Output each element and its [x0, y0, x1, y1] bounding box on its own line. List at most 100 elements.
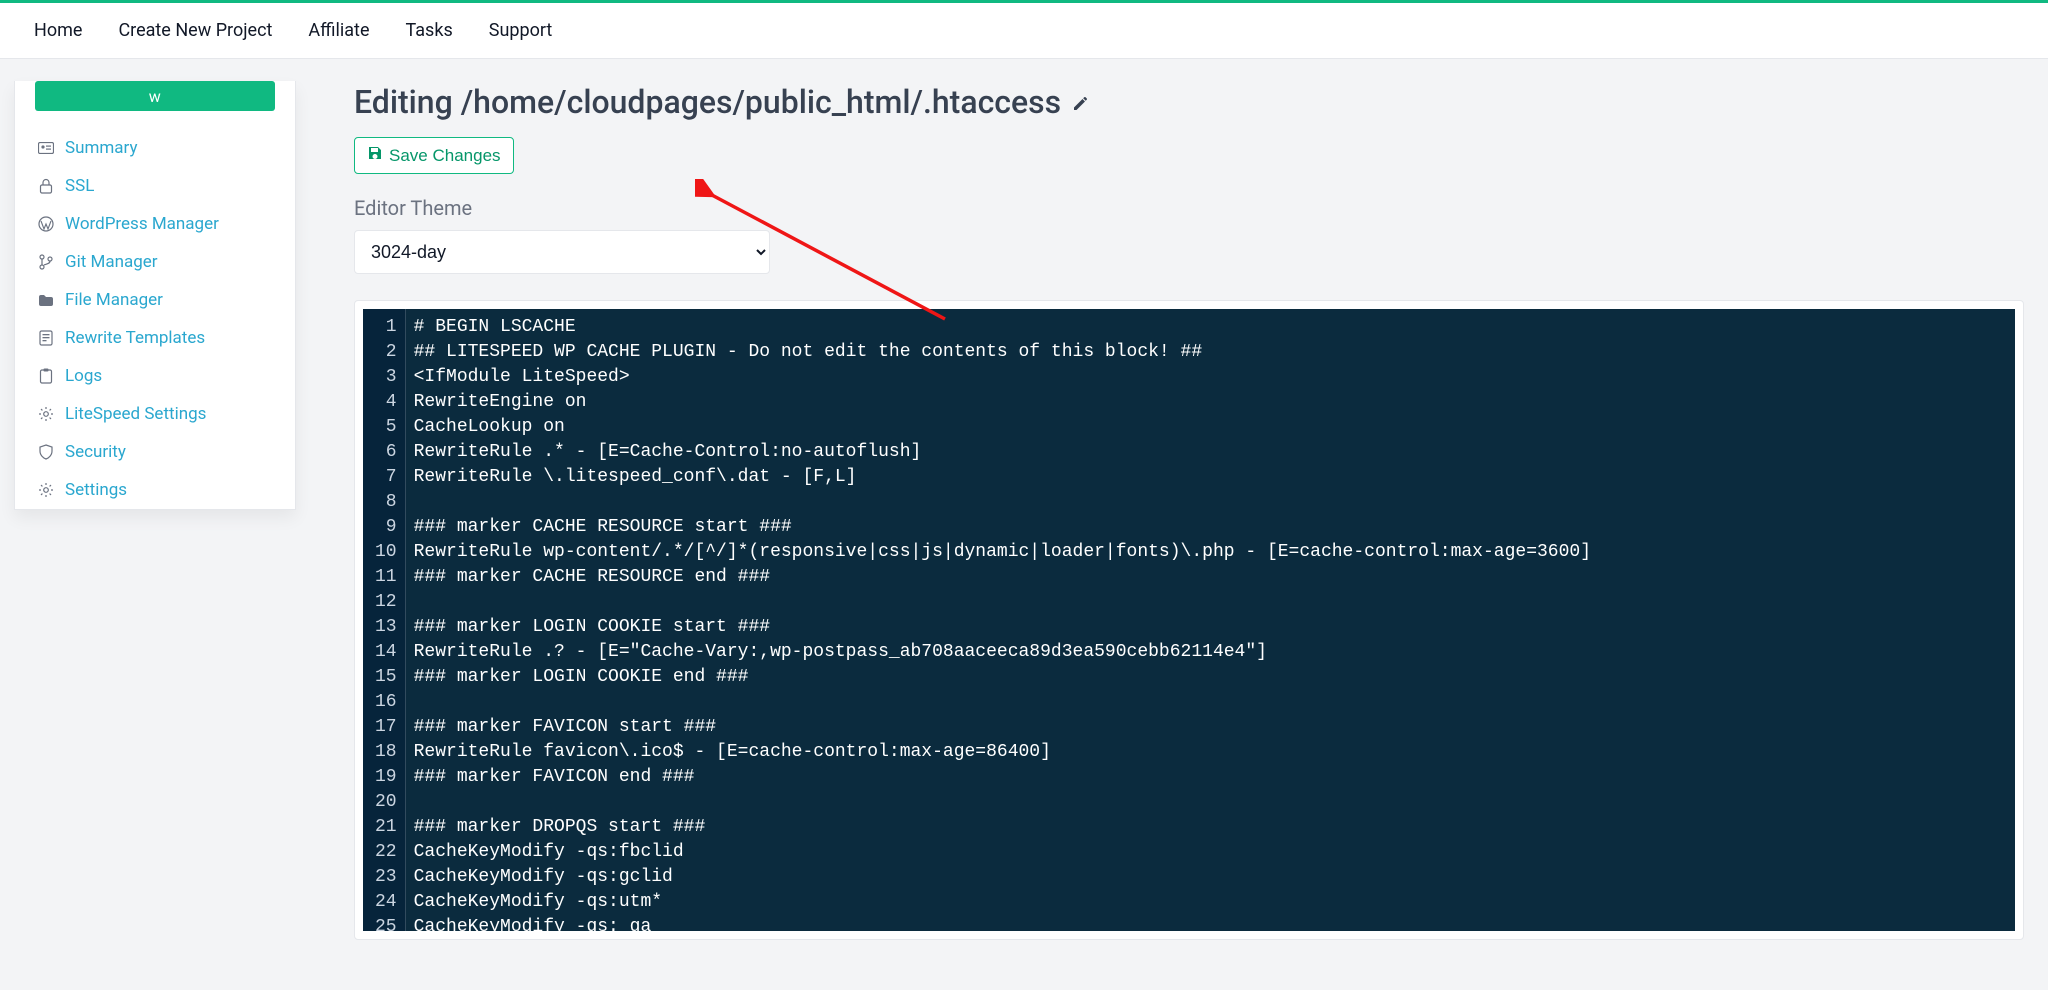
code-line[interactable]: ### marker FAVICON start ### [414, 715, 1591, 740]
sidebar-item-summary[interactable]: Summary [15, 129, 295, 167]
sidebar-item-security[interactable]: Security [15, 433, 295, 471]
code-line[interactable]: ## LITESPEED WP CACHE PLUGIN - Do not ed… [414, 340, 1591, 365]
nav-create-new-project[interactable]: Create New Project [100, 12, 290, 49]
line-number: 7 [375, 465, 397, 490]
code-line[interactable]: ### marker LOGIN COOKIE start ### [414, 615, 1591, 640]
sidebar-item-label: Rewrite Templates [65, 328, 205, 348]
line-number: 6 [375, 440, 397, 465]
line-number: 14 [375, 640, 397, 665]
line-number: 3 [375, 365, 397, 390]
code-line[interactable]: CacheLookup on [414, 415, 1591, 440]
editor-card: 1234567891011121314151617181920212223242… [354, 300, 2024, 940]
id-card-icon [37, 142, 55, 154]
code-line[interactable]: CacheKeyModify -qs:utm* [414, 890, 1591, 915]
nav-affiliate[interactable]: Affiliate [290, 12, 387, 49]
code-line[interactable]: ### marker LOGIN COOKIE end ### [414, 665, 1591, 690]
line-number: 23 [375, 865, 397, 890]
sidebar-item-logs[interactable]: Logs [15, 357, 295, 395]
sidebar: w Summary SSL WordPress Manager [14, 81, 296, 510]
line-number: 18 [375, 740, 397, 765]
line-number: 16 [375, 690, 397, 715]
site-pill-button[interactable]: w [35, 81, 275, 111]
save-button-label: Save Changes [389, 146, 501, 166]
code-line[interactable] [414, 590, 1591, 615]
sidebar-item-label: LiteSpeed Settings [65, 404, 206, 424]
wordpress-icon [37, 216, 55, 232]
code-line[interactable]: ### marker CACHE RESOURCE start ### [414, 515, 1591, 540]
code-line[interactable]: ### marker DROPQS start ### [414, 815, 1591, 840]
code-line[interactable]: CacheKeyModify -qs:_ga [414, 915, 1591, 931]
sidebar-item-rewrite-templates[interactable]: Rewrite Templates [15, 319, 295, 357]
sidebar-item-git-manager[interactable]: Git Manager [15, 243, 295, 281]
line-number: 25 [375, 915, 397, 931]
nav-tasks[interactable]: Tasks [388, 12, 471, 49]
nav-support[interactable]: Support [471, 12, 571, 49]
gear-icon [37, 482, 55, 498]
page-title-text: Editing /home/cloudpages/public_html/.ht… [354, 83, 1061, 121]
code-line[interactable]: CacheKeyModify -qs:gclid [414, 865, 1591, 890]
line-number: 22 [375, 840, 397, 865]
line-number: 20 [375, 790, 397, 815]
floppy-disk-icon [367, 145, 383, 166]
sidebar-item-ssl[interactable]: SSL [15, 167, 295, 205]
line-number: 24 [375, 890, 397, 915]
code-line[interactable] [414, 690, 1591, 715]
lock-icon [37, 178, 55, 194]
sidebar-item-label: Git Manager [65, 252, 158, 272]
line-number: 8 [375, 490, 397, 515]
gear-icon [37, 406, 55, 422]
code-line[interactable]: RewriteRule .* - [E=Cache-Control:no-aut… [414, 440, 1591, 465]
sidebar-item-litespeed-settings[interactable]: LiteSpeed Settings [15, 395, 295, 433]
sidebar-item-label: Logs [65, 366, 102, 386]
sidebar-item-settings[interactable]: Settings [15, 471, 295, 509]
save-changes-button[interactable]: Save Changes [354, 137, 514, 174]
line-number: 9 [375, 515, 397, 540]
template-icon [37, 330, 55, 346]
sidebar-item-label: Summary [65, 138, 137, 158]
shield-icon [37, 444, 55, 460]
line-number: 5 [375, 415, 397, 440]
clipboard-icon [37, 368, 55, 384]
line-number: 2 [375, 340, 397, 365]
code-line[interactable]: ### marker CACHE RESOURCE end ### [414, 565, 1591, 590]
line-number: 13 [375, 615, 397, 640]
code-line[interactable]: # BEGIN LSCACHE [414, 315, 1591, 340]
sidebar-item-wordpress-manager[interactable]: WordPress Manager [15, 205, 295, 243]
sidebar-item-file-manager[interactable]: File Manager [15, 281, 295, 319]
code-line[interactable]: RewriteRule wp-content/.*/[^/]*(responsi… [414, 540, 1591, 565]
line-number: 17 [375, 715, 397, 740]
sidebar-item-label: File Manager [65, 290, 163, 310]
code-line[interactable]: ### marker FAVICON end ### [414, 765, 1591, 790]
line-number: 10 [375, 540, 397, 565]
main-content: Editing /home/cloudpages/public_html/.ht… [310, 59, 2048, 990]
code-line[interactable]: RewriteRule .? - [E="Cache-Vary:,wp-post… [414, 640, 1591, 665]
pencil-icon[interactable] [1071, 83, 1091, 121]
code-area[interactable]: # BEGIN LSCACHE## LITESPEED WP CACHE PLU… [406, 309, 1603, 931]
line-number: 11 [375, 565, 397, 590]
code-editor[interactable]: 1234567891011121314151617181920212223242… [363, 309, 2015, 931]
code-line[interactable] [414, 790, 1591, 815]
line-number-gutter: 1234567891011121314151617181920212223242… [363, 309, 406, 931]
git-branch-icon [37, 254, 55, 270]
editor-theme-label: Editor Theme [354, 196, 2024, 220]
sidebar-item-label: Settings [65, 480, 127, 500]
line-number: 12 [375, 590, 397, 615]
line-number: 15 [375, 665, 397, 690]
code-line[interactable] [414, 490, 1591, 515]
line-number: 1 [375, 315, 397, 340]
line-number: 19 [375, 765, 397, 790]
code-line[interactable]: <IfModule LiteSpeed> [414, 365, 1591, 390]
sidebar-item-label: SSL [65, 176, 94, 196]
code-line[interactable]: CacheKeyModify -qs:fbclid [414, 840, 1591, 865]
page-title: Editing /home/cloudpages/public_html/.ht… [354, 83, 2024, 121]
line-number: 21 [375, 815, 397, 840]
top-nav: Home Create New Project Affiliate Tasks … [0, 3, 2048, 59]
folder-icon [37, 294, 55, 307]
code-line[interactable]: RewriteEngine on [414, 390, 1591, 415]
line-number: 4 [375, 390, 397, 415]
editor-theme-select[interactable]: 3024-day [354, 230, 770, 274]
sidebar-item-label: WordPress Manager [65, 214, 219, 234]
code-line[interactable]: RewriteRule \.litespeed_conf\.dat - [F,L… [414, 465, 1591, 490]
nav-home[interactable]: Home [16, 12, 100, 49]
code-line[interactable]: RewriteRule favicon\.ico$ - [E=cache-con… [414, 740, 1591, 765]
